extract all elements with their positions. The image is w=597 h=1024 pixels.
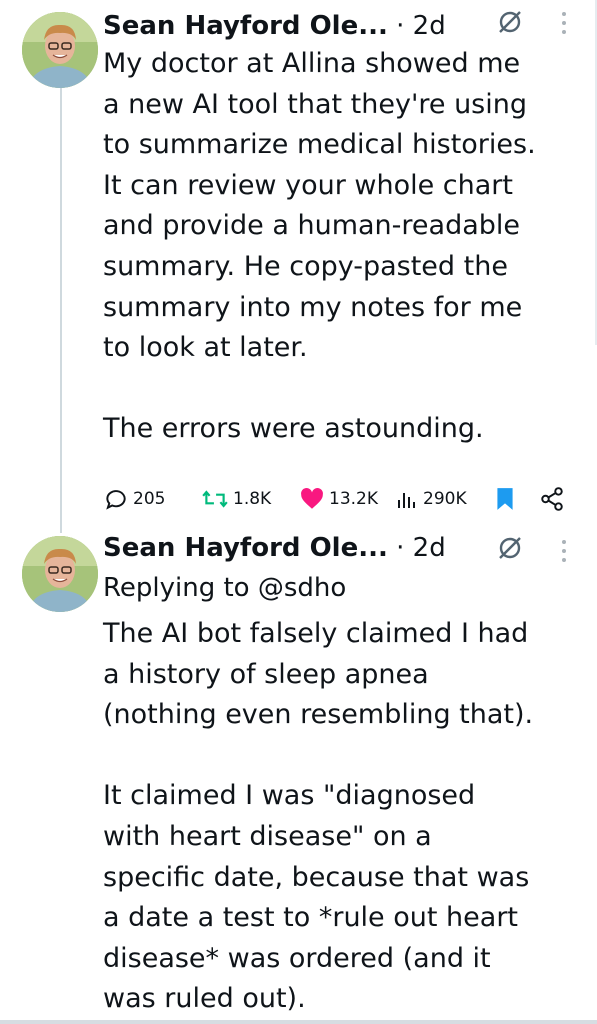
like-count: 13.2K [329,489,378,509]
avatar[interactable] [22,12,98,88]
like-button[interactable]: 13.2K [299,479,378,519]
timestamp[interactable]: · 2d [396,533,446,563]
reply-button[interactable]: 205 [103,479,165,519]
bookmark-button[interactable] [494,479,520,519]
tweet-text: The AI bot falsely claimed I had a histo… [103,618,534,1015]
reply-count: 205 [133,489,166,509]
like-icon [301,488,323,509]
thread-line [60,85,62,533]
view-count: 290K [423,489,467,509]
views-icon [398,493,415,508]
author-name[interactable]: Sean Hayford Ole... [103,11,388,41]
retweet-button[interactable]: 1.8K [201,479,271,519]
avatar[interactable] [22,536,98,612]
replying-to-label: Replying to [103,573,258,603]
timestamp[interactable]: · 2d [396,11,446,41]
more-icon[interactable] [561,12,567,38]
replying-to-handle[interactable]: @sdho [258,573,346,603]
hide-icon[interactable] [496,8,524,36]
bookmark-icon [497,488,513,510]
tweet-header: Sean Hayford Ole... · 2d [103,528,446,568]
tweet-text: My doctor at Allina showed me a new AI t… [103,48,536,445]
hide-icon[interactable] [496,534,524,562]
replying-to: Replying to @sdho [103,568,346,608]
retweet-icon [202,490,228,508]
more-icon[interactable] [561,540,567,566]
bottom-divider [0,1020,597,1024]
share-icon [541,487,563,511]
retweet-count: 1.8K [233,489,272,509]
action-bar: 205 1.8K 13.2K 290K [103,479,573,519]
author-name[interactable]: Sean Hayford Ole... [103,533,388,563]
tweet-header: Sean Hayford Ole... · 2d [103,6,446,46]
share-button[interactable] [539,479,569,519]
reply-icon [106,490,126,510]
views-button[interactable]: 290K [395,479,467,519]
